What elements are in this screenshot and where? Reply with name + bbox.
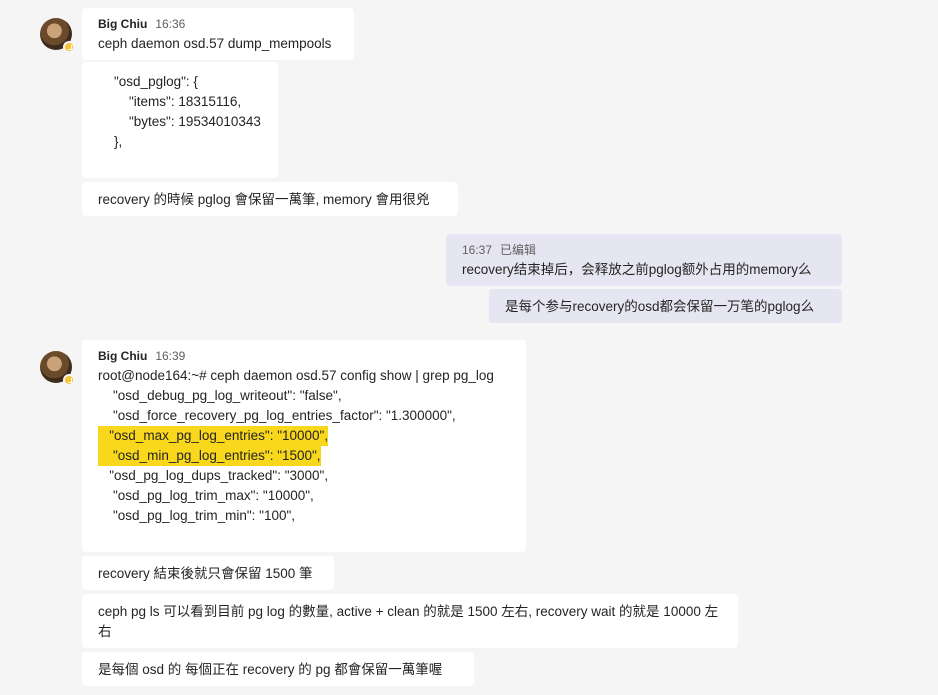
message-bubble[interactable]: Big Chiu 16:36 ceph daemon osd.57 dump_me… — [82, 8, 354, 60]
code-line: "osd_pg_log_trim_max": "10000", — [98, 488, 314, 503]
message-text: recovery 結束後就只會保留 1500 筆 — [98, 566, 313, 581]
code-line: "osd_pglog": { — [114, 74, 198, 89]
message-meta: Big Chiu 16:36 — [98, 16, 338, 32]
message-text: 是每个参与recovery的osd都会保留一万笔的pglog么 — [505, 299, 815, 314]
code-line: root@node164:~# ceph daemon osd.57 confi… — [98, 368, 494, 383]
message-text: 是每個 osd 的 每個正在 recovery 的 pg 都會保留一萬筆喔 — [98, 662, 443, 677]
message-time: 16:39 — [155, 349, 186, 363]
code-line: "osd_debug_pg_log_writeout": "false", — [98, 388, 342, 403]
message-text: ceph pg ls 可以看到目前 pg log 的數量, active + c… — [98, 604, 719, 639]
highlighted-code-line: "osd_min_pg_log_entries": "1500", — [98, 446, 321, 466]
code-line: "items": 18315116, — [114, 94, 242, 109]
message-text: recovery结束掉后，会释放之前pglog额外占用的memory么 — [462, 262, 812, 277]
my-message-bubble[interactable]: 16:37 已编辑 recovery结束掉后，会释放之前pglog额外占用的mem… — [446, 234, 842, 286]
away-status-icon — [63, 41, 75, 53]
message-bubble[interactable]: recovery 結束後就只會保留 1500 筆 — [82, 556, 334, 590]
message-bubble[interactable]: Big Chiu 16:39 root@node164:~# ceph daemo… — [82, 340, 526, 552]
code-line: "osd_force_recovery_pg_log_entries_facto… — [98, 408, 456, 423]
message-time: 16:37 — [462, 243, 493, 257]
message-bubble[interactable]: 是每個 osd 的 每個正在 recovery 的 pg 都會保留一萬筆喔 — [82, 652, 474, 686]
code-line: "osd_pg_log_trim_min": "100", — [98, 508, 296, 523]
my-message-bubble[interactable]: 是每个参与recovery的osd都会保留一万笔的pglog么 — [489, 289, 842, 323]
code-line: "osd_pg_log_dups_tracked": "3000", — [98, 468, 329, 483]
code-line: }, — [114, 134, 123, 149]
code-line: "bytes": 19534010343 — [114, 114, 261, 129]
message-bubble[interactable]: recovery 的時候 pglog 會保留一萬筆, memory 會用很兇 — [82, 182, 458, 216]
message-text: recovery 的時候 pglog 會保留一萬筆, memory 會用很兇 — [98, 192, 430, 207]
message-meta: Big Chiu 16:39 — [98, 348, 510, 364]
away-status-icon — [63, 374, 75, 386]
message-bubble[interactable]: "osd_pglog": { "items": 18315116, "bytes… — [82, 62, 278, 178]
edited-label: 已编辑 — [500, 243, 537, 257]
message-time: 16:36 — [155, 17, 186, 31]
message-meta: 16:37 已编辑 — [462, 242, 826, 258]
message-bubble[interactable]: ceph pg ls 可以看到目前 pg log 的數量, active + c… — [82, 594, 738, 648]
highlighted-code-line: "osd_max_pg_log_entries": "10000", — [98, 426, 329, 446]
message-text: ceph daemon osd.57 dump_mempools — [98, 36, 332, 51]
sender-name[interactable]: Big Chiu — [98, 349, 147, 363]
avatar[interactable] — [40, 351, 75, 386]
sender-name[interactable]: Big Chiu — [98, 17, 147, 31]
avatar[interactable] — [40, 18, 75, 53]
